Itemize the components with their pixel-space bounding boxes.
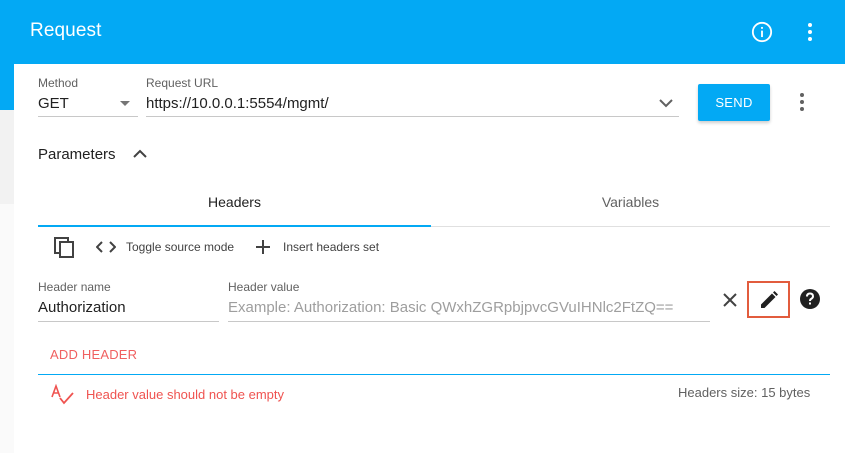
method-label: Method bbox=[38, 76, 79, 90]
method-dropdown-icon[interactable] bbox=[120, 101, 130, 106]
url-label: Request URL bbox=[146, 76, 219, 90]
more-vert-icon[interactable] bbox=[793, 91, 811, 113]
plus-icon[interactable] bbox=[256, 240, 270, 254]
header-value-input[interactable]: Example: Authorization: Basic QWxhZGRpbj… bbox=[228, 299, 673, 316]
send-button[interactable]: SEND bbox=[698, 84, 770, 121]
copy-icon[interactable] bbox=[54, 237, 76, 259]
tab-variables[interactable]: Variables bbox=[431, 178, 830, 226]
parameters-toggle[interactable]: Parameters bbox=[38, 146, 116, 163]
close-icon[interactable] bbox=[722, 292, 738, 308]
header-name-input[interactable]: Authorization bbox=[38, 299, 126, 316]
chevron-down-icon[interactable] bbox=[658, 96, 674, 110]
header-name-label: Header name bbox=[38, 280, 111, 294]
spellcheck-icon bbox=[51, 384, 74, 405]
code-icon[interactable] bbox=[96, 240, 116, 254]
edit-icon[interactable] bbox=[759, 290, 779, 310]
add-header-button[interactable]: ADD HEADER bbox=[50, 347, 137, 362]
side-panel-edge bbox=[0, 64, 14, 453]
help-icon[interactable] bbox=[800, 289, 820, 309]
headers-size: Headers size: 15 bytes bbox=[678, 385, 811, 400]
header-error-message: Header value should not be empty bbox=[86, 387, 285, 402]
side-panel-accent bbox=[0, 64, 14, 110]
active-tab-indicator bbox=[38, 225, 431, 227]
page-title: Request bbox=[30, 20, 102, 41]
header-value-label: Header value bbox=[228, 280, 300, 294]
tab-headers[interactable]: Headers bbox=[38, 178, 431, 226]
insert-headers-set-button[interactable]: Insert headers set bbox=[283, 240, 379, 254]
url-input[interactable]: https://10.0.0.1:5554/mgmt/ bbox=[146, 95, 329, 112]
info-icon[interactable] bbox=[751, 21, 773, 43]
more-vert-icon[interactable] bbox=[800, 21, 820, 43]
method-select[interactable]: GET bbox=[38, 95, 69, 112]
toggle-source-mode-button[interactable]: Toggle source mode bbox=[126, 240, 234, 254]
chevron-up-icon[interactable] bbox=[132, 146, 148, 162]
app-bar: Request bbox=[0, 0, 845, 64]
